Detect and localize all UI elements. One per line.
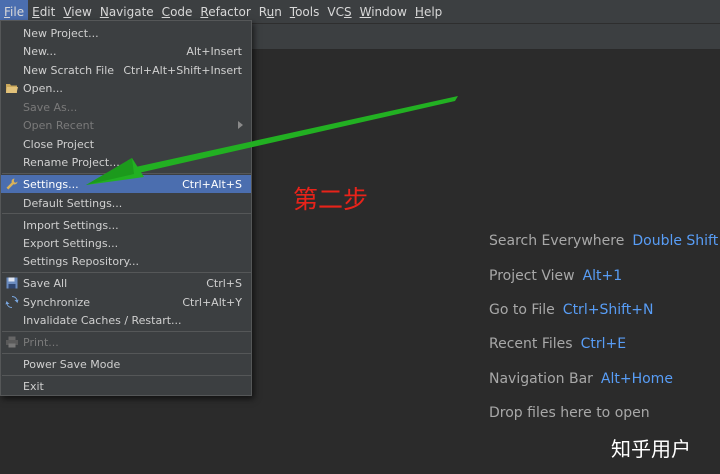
hint-project-view: Project View Alt+1 bbox=[489, 258, 718, 292]
watermark: 知乎用户 bbox=[611, 437, 691, 461]
menu-item-settings-repository[interactable]: Settings Repository... bbox=[1, 252, 251, 270]
menu-separator bbox=[2, 213, 251, 214]
menu-item-save-all[interactable]: Save All Ctrl+S bbox=[1, 274, 251, 292]
menu-item-settings[interactable]: Settings... Ctrl+Alt+S bbox=[1, 175, 251, 193]
menu-item-synchronize[interactable]: Synchronize Ctrl+Alt+Y bbox=[1, 293, 251, 311]
menu-separator bbox=[2, 375, 251, 376]
hint-navigation-bar: Navigation Bar Alt+Home bbox=[489, 362, 718, 396]
hint-label: Navigation Bar bbox=[489, 370, 593, 387]
menu-item-export-settings[interactable]: Export Settings... bbox=[1, 234, 251, 252]
menu-separator bbox=[2, 173, 251, 174]
welcome-hints: Search Everywhere Double Shift Project V… bbox=[489, 224, 718, 430]
menu-item-new-scratch-file[interactable]: New Scratch File Ctrl+Alt+Shift+Insert bbox=[1, 61, 251, 79]
hint-search-everywhere: Search Everywhere Double Shift bbox=[489, 224, 718, 258]
menu-vcs[interactable]: VCS bbox=[323, 0, 355, 24]
menu-item-rename-project[interactable]: Rename Project... bbox=[1, 153, 251, 171]
menu-item-new-project[interactable]: New Project... bbox=[1, 24, 251, 42]
menu-item-save-as[interactable]: Save As... bbox=[1, 98, 251, 116]
save-icon bbox=[5, 276, 19, 290]
menu-run[interactable]: Run bbox=[255, 0, 286, 24]
menu-item-exit[interactable]: Exit bbox=[1, 377, 251, 395]
hint-recent-files: Recent Files Ctrl+E bbox=[489, 327, 718, 361]
menu-item-invalidate-caches[interactable]: Invalidate Caches / Restart... bbox=[1, 311, 251, 329]
menu-item-import-settings[interactable]: Import Settings... bbox=[1, 216, 251, 234]
menu-window[interactable]: Window bbox=[356, 0, 411, 24]
hint-label: Recent Files bbox=[489, 336, 573, 353]
menu-item-print[interactable]: Print... bbox=[1, 333, 251, 351]
menu-tools[interactable]: Tools bbox=[286, 0, 324, 24]
hint-shortcut: Alt+Home bbox=[600, 370, 673, 387]
hint-go-to-file: Go to File Ctrl+Shift+N bbox=[489, 293, 718, 327]
sync-icon bbox=[5, 295, 19, 309]
hint-label: Go to File bbox=[489, 301, 555, 318]
hint-shortcut: Double Shift bbox=[632, 233, 719, 250]
menu-separator bbox=[2, 331, 251, 332]
hint-shortcut: Alt+1 bbox=[582, 267, 623, 284]
menu-item-open-recent[interactable]: Open Recent bbox=[1, 116, 251, 134]
file-menu-dropdown: New Project... New... Alt+Insert New Scr… bbox=[0, 20, 252, 396]
submenu-arrow-icon bbox=[238, 121, 243, 129]
menu-separator bbox=[2, 272, 251, 273]
step-annotation: 第二步 bbox=[293, 185, 369, 214]
folder-icon bbox=[5, 81, 19, 95]
hint-label: Search Everywhere bbox=[489, 233, 625, 250]
hint-label: Project View bbox=[489, 267, 575, 284]
menu-item-default-settings[interactable]: Default Settings... bbox=[1, 194, 251, 212]
menu-item-power-save-mode[interactable]: Power Save Mode bbox=[1, 355, 251, 373]
menu-item-open[interactable]: Open... bbox=[1, 79, 251, 97]
printer-icon bbox=[5, 335, 19, 349]
hint-shortcut: Ctrl+Shift+N bbox=[562, 301, 654, 318]
hint-label: Drop files here to open bbox=[489, 405, 650, 422]
menu-help[interactable]: Help bbox=[411, 0, 446, 24]
menu-item-new[interactable]: New... Alt+Insert bbox=[1, 42, 251, 60]
menu-item-close-project[interactable]: Close Project bbox=[1, 135, 251, 153]
menu-separator bbox=[2, 353, 251, 354]
wrench-icon bbox=[5, 177, 19, 191]
hint-shortcut: Ctrl+E bbox=[580, 336, 627, 353]
hint-drop-files: Drop files here to open bbox=[489, 396, 718, 430]
